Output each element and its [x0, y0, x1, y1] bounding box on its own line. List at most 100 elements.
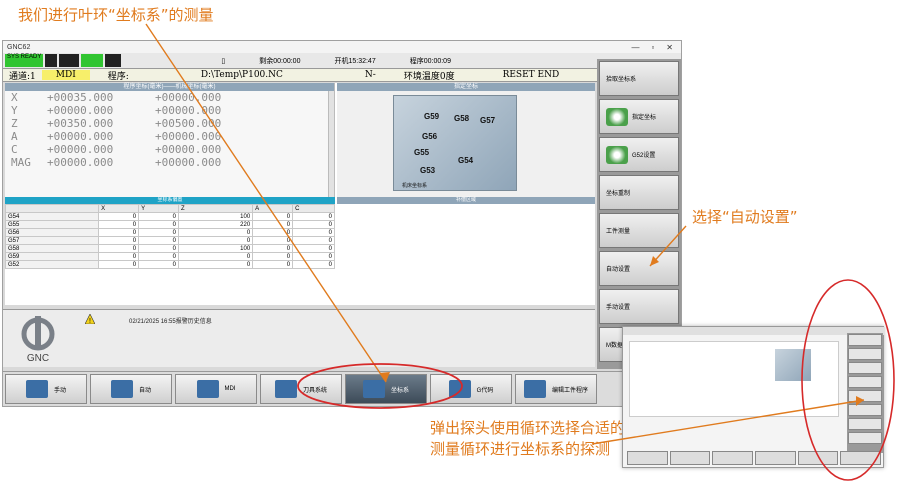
- machine-coord: +00500.000: [155, 117, 222, 130]
- program-coord: +00350.000: [47, 117, 114, 130]
- main-area: 程序坐标(毫米)——机械坐标(毫米) X +00035.000 +00000.000…: [4, 83, 595, 305]
- status-indicator-badge: [45, 54, 58, 67]
- gnc-logo-icon: GNC: [21, 316, 55, 364]
- mode-label: MDI: [41, 70, 90, 80]
- softkey-coordinate-system[interactable]: 坐标系: [345, 374, 427, 404]
- sidebar-item-label: 工件测量: [606, 229, 631, 235]
- softkey-auto[interactable]: 自动: [90, 374, 172, 404]
- cnc-window: GNC62 — ▫ ✕ SYS READY ▯ 剩余00:00:00 开机15:32…: [2, 40, 683, 407]
- program-label: 程序:: [107, 71, 129, 82]
- offset-row-label: G54: [4, 212, 100, 221]
- offset-row-label: G52: [4, 260, 100, 269]
- coordinate-row: X +00035.000 +00000.000: [5, 91, 334, 104]
- axis-label: A: [11, 130, 18, 143]
- softkey-g-code[interactable]: G代码: [430, 374, 512, 404]
- offset-column-header: Z: [178, 204, 254, 213]
- offset-cell: 0: [98, 236, 140, 245]
- offset-cell: 100: [178, 244, 254, 253]
- g52-setting-icon: [606, 145, 628, 164]
- diagram-panel: 指定坐标 G59 G58 G57 G56 G55 G54 G53 机床坐标系: [337, 83, 595, 197]
- offset-row-label: G59: [4, 252, 100, 261]
- softkey-label: MDI: [224, 386, 236, 392]
- sidebar-item-label: 拾取坐标系: [606, 77, 637, 83]
- offset-cell: 0: [292, 212, 335, 221]
- offset-cell: 0: [292, 220, 335, 229]
- window-title: GNC62: [7, 43, 31, 51]
- table-row[interactable]: G55 0 0 220 0 0: [4, 220, 335, 229]
- sidebar-item-label: G52设置: [632, 153, 656, 159]
- offset-cell: 0: [178, 228, 254, 237]
- softkey-tool-system[interactable]: 刀具系统: [260, 374, 342, 404]
- table-row[interactable]: G56 0 0 0 0 0: [4, 228, 335, 237]
- sidebar-item-manual-setting[interactable]: 手动设置: [599, 289, 679, 324]
- offset-cell: 220: [178, 220, 254, 229]
- machine-coord: +00000.000: [155, 130, 222, 143]
- program-coord: +00000.000: [47, 156, 114, 169]
- sidebar-item-workpiece-measure[interactable]: 工件测量: [599, 213, 679, 248]
- inset-softkeys: [627, 451, 882, 465]
- softkey-label: 编辑工件程序: [551, 387, 588, 394]
- axis-label: Z: [11, 117, 18, 130]
- softkey-label: G代码: [476, 387, 494, 394]
- annotation-top: 我们进行叶环“坐标系”的测量: [18, 6, 214, 24]
- sidebar-menu: 拾取坐标系 指定坐标 G52设置 坐标重制 工件测量 自动设置 手动设置 M数据: [597, 59, 681, 369]
- sidebar-item-g52-setting[interactable]: G52设置: [599, 137, 679, 172]
- table-row[interactable]: G59 0 0 0 0 0: [4, 252, 335, 261]
- inset-softkey: [627, 451, 668, 465]
- coordinate-row: MAG +00000.000 +00000.000: [5, 156, 334, 169]
- offset-cell: 0: [292, 228, 335, 237]
- table-row[interactable]: G52 0 0 0 0 0: [4, 260, 335, 269]
- inset-softkey: [755, 451, 796, 465]
- reserve-header: 补偿区域: [337, 197, 595, 204]
- g54-label: G54: [458, 156, 474, 165]
- offset-column-header: [4, 204, 100, 213]
- g58-label: G58: [454, 114, 470, 123]
- g59-label: G59: [424, 112, 440, 121]
- axis-label: X: [11, 91, 18, 104]
- offset-cell: 0: [98, 260, 140, 269]
- coordinate-diagram: G59 G58 G57 G56 G55 G54 G53 机床坐标系: [393, 95, 517, 191]
- g55-label: G55: [414, 148, 430, 157]
- g56-label: G56: [422, 132, 438, 141]
- mdi-icon: [196, 380, 219, 398]
- table-row[interactable]: G58 0 0 100 0 0: [4, 244, 335, 253]
- info-bar: 通道:1 MDI 程序: D:\Temp\P100.NC N- 环境温度0度 R…: [3, 69, 681, 82]
- offset-row-label: G56: [4, 228, 100, 237]
- offset-cell: 0: [252, 220, 294, 229]
- sidebar-item-auto-setting[interactable]: 自动设置: [599, 251, 679, 286]
- coordinate-row: C +00000.000 +00000.000: [5, 143, 334, 156]
- softkey-edit-program[interactable]: 编辑工件程序: [515, 374, 597, 404]
- offset-row-label: G55: [4, 220, 100, 229]
- axis-label: C: [11, 143, 18, 156]
- offset-cell: 0: [138, 244, 180, 253]
- minimize-icon[interactable]: —: [631, 43, 639, 52]
- softkey-bar: 手动 自动 MDI 刀具系统 坐标系 G代码 编辑工件程序: [3, 371, 683, 405]
- warning-icon: !: [85, 314, 95, 324]
- offset-cell: 0: [252, 228, 294, 237]
- title-bar: GNC62 — ▫ ✕: [3, 41, 681, 53]
- g-code-icon: [448, 380, 471, 398]
- coordinate-scrollbar[interactable]: [328, 91, 334, 197]
- inset-statusbar: [623, 327, 885, 335]
- machine-coord: +00000.000: [155, 104, 222, 117]
- inset-sidebar: [847, 333, 883, 453]
- offset-cell: 0: [98, 252, 140, 261]
- ambient-temp: 环境温度0度: [403, 71, 455, 82]
- softkey-manual[interactable]: 手动: [5, 374, 87, 404]
- offset-cell: 0: [138, 220, 180, 229]
- machine-coord-caption: 机床坐标系: [402, 183, 428, 189]
- coordinate-panel: 程序坐标(毫米)——机械坐标(毫米) X +00035.000 +00000.000…: [5, 83, 335, 197]
- table-row[interactable]: G57 0 0 0 0 0: [4, 236, 335, 245]
- sidebar-item-specify-coord[interactable]: 指定坐标: [599, 99, 679, 134]
- offset-cell: 0: [252, 212, 294, 221]
- sidebar-item-coord-reset[interactable]: 坐标重制: [599, 175, 679, 210]
- n-value: N-: [364, 70, 376, 80]
- table-row[interactable]: G54 0 0 100 0 0: [4, 212, 335, 221]
- softkey-mdi[interactable]: MDI: [175, 374, 257, 404]
- inset-softkey: [840, 451, 882, 465]
- sidebar-item-pick-coord[interactable]: 拾取坐标系: [599, 61, 679, 96]
- sys-ready-badge: SYS READY: [5, 54, 44, 67]
- maximize-icon[interactable]: ▫: [651, 43, 654, 52]
- close-icon[interactable]: ✕: [666, 43, 673, 52]
- axis-label: Y: [11, 104, 18, 117]
